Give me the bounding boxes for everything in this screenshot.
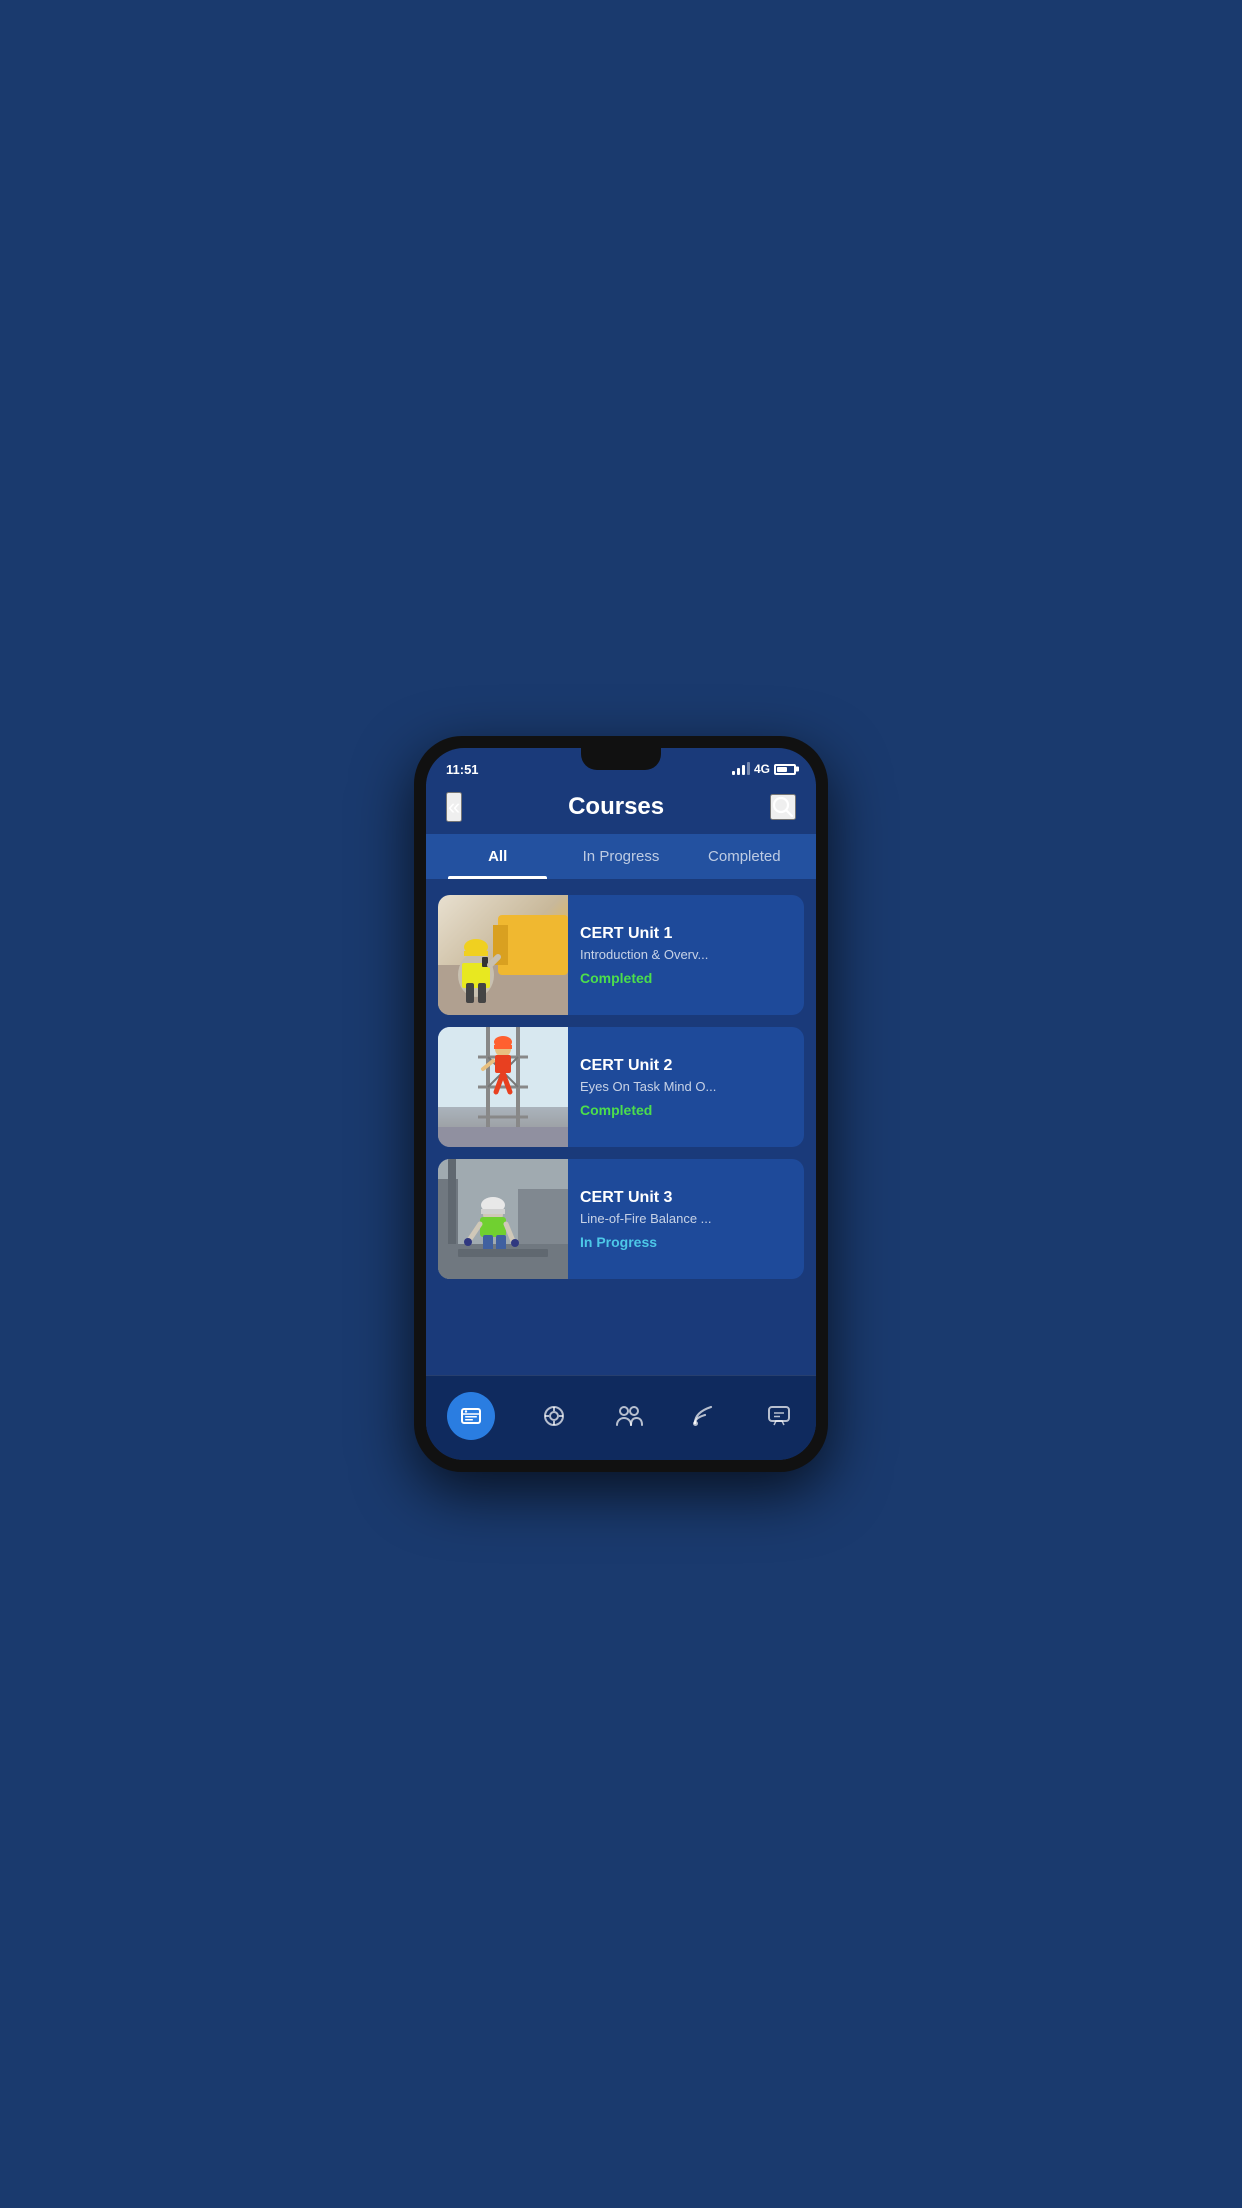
course-subtitle-cert1: Introduction & Overv...: [580, 947, 792, 962]
cert2-illustration: [438, 1027, 568, 1147]
status-right: 4G: [732, 762, 796, 776]
nav-item-feed[interactable]: [676, 1394, 732, 1438]
nav-item-chat[interactable]: [751, 1394, 807, 1438]
course-title-cert1: CERT Unit 1: [580, 925, 792, 943]
courses-nav-icon: [458, 1403, 484, 1429]
course-image-cert2: [438, 1027, 568, 1147]
bottom-navigation: [426, 1375, 816, 1460]
learn-nav-icon: [541, 1403, 567, 1429]
cert1-illustration: [438, 895, 568, 1015]
course-card-cert2[interactable]: CERT Unit 2 Eyes On Task Mind O... Compl…: [438, 1027, 804, 1147]
course-image-cert1: [438, 895, 568, 1015]
course-image-cert3: [438, 1159, 568, 1279]
course-info-cert1: CERT Unit 1 Introduction & Overv... Comp…: [568, 895, 804, 1015]
nav-item-learn[interactable]: [526, 1394, 582, 1438]
course-info-cert3: CERT Unit 3 Line-of-Fire Balance ... In …: [568, 1159, 804, 1279]
battery-icon: [774, 764, 796, 775]
chat-nav-icon: [766, 1403, 792, 1429]
nav-item-courses[interactable]: [435, 1386, 507, 1446]
nav-item-team[interactable]: [601, 1394, 657, 1438]
tab-all[interactable]: All: [436, 834, 559, 879]
search-button[interactable]: [770, 794, 796, 820]
tab-completed[interactable]: Completed: [683, 834, 806, 879]
feed-nav-icon: [691, 1403, 717, 1429]
search-icon: [772, 796, 794, 818]
course-card-cert1[interactable]: CERT Unit 1 Introduction & Overv... Comp…: [438, 895, 804, 1015]
course-info-cert2: CERT Unit 2 Eyes On Task Mind O... Compl…: [568, 1027, 804, 1147]
phone-screen: 11:51 4G « Courses: [426, 748, 816, 1460]
cert3-illustration: [438, 1159, 568, 1279]
tab-in-progress[interactable]: In Progress: [559, 834, 682, 879]
course-subtitle-cert2: Eyes On Task Mind O...: [580, 1079, 792, 1094]
status-time: 11:51: [446, 762, 479, 777]
course-title-cert2: CERT Unit 2: [580, 1057, 792, 1075]
team-nav-icon: [615, 1403, 643, 1429]
network-label: 4G: [754, 762, 770, 776]
course-title-cert3: CERT Unit 3: [580, 1189, 792, 1207]
course-subtitle-cert3: Line-of-Fire Balance ...: [580, 1211, 792, 1226]
course-status-cert2: Completed: [580, 1102, 792, 1118]
signal-icon: [732, 763, 750, 775]
phone-frame: 11:51 4G « Courses: [414, 736, 828, 1472]
page-title: Courses: [568, 793, 664, 821]
course-card-cert3[interactable]: CERT Unit 3 Line-of-Fire Balance ... In …: [438, 1159, 804, 1279]
course-status-cert3: In Progress: [580, 1234, 792, 1250]
courses-list: CERT Unit 1 Introduction & Overv... Comp…: [426, 879, 816, 1375]
back-button[interactable]: «: [446, 792, 462, 822]
app-header: « Courses: [426, 784, 816, 834]
phone-notch: [581, 748, 661, 770]
course-status-cert1: Completed: [580, 970, 792, 986]
tabs-bar: All In Progress Completed: [426, 834, 816, 879]
